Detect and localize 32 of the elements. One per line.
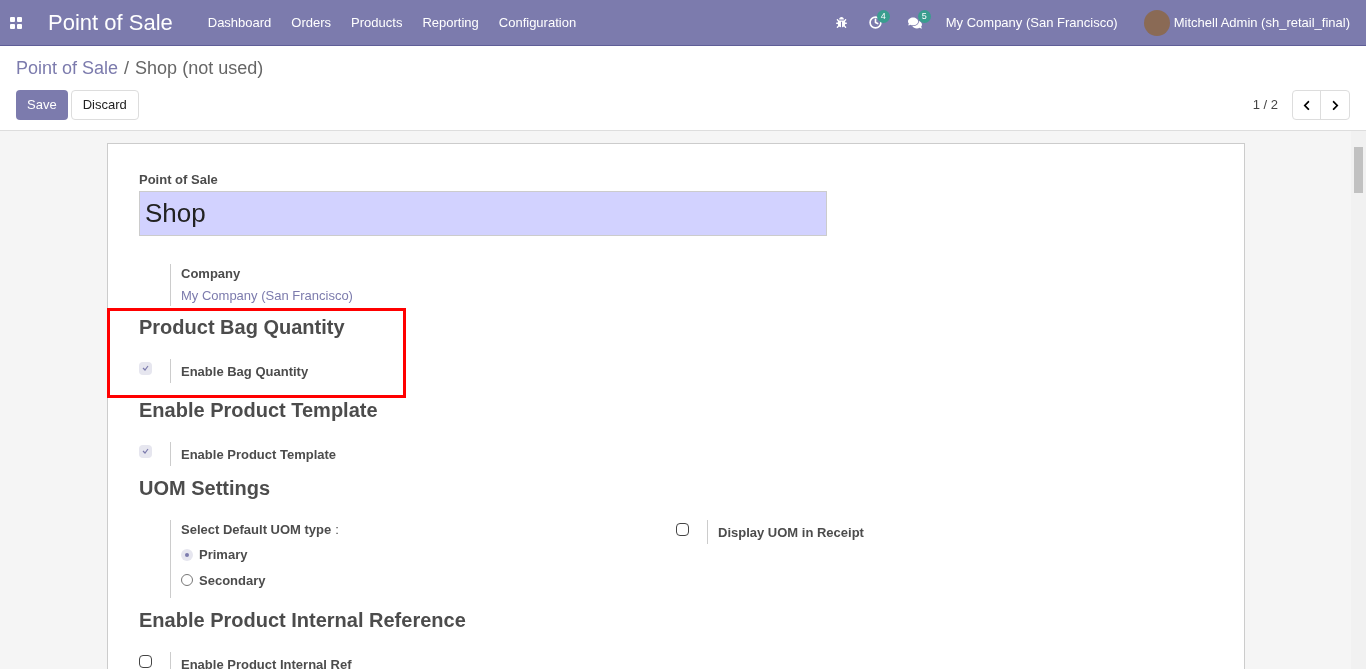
field-label: Select Default UOM type — [181, 520, 332, 539]
breadcrumb-link[interactable]: Point of Sale — [16, 55, 119, 82]
app-title[interactable]: Point of Sale — [48, 6, 173, 39]
radio-label: Secondary — [199, 571, 266, 590]
user-menu[interactable]: Mitchell Admin (sh_retail_final) — [1173, 12, 1350, 33]
menu-item[interactable]: Configuration — [498, 12, 577, 33]
discard-button[interactable]: Discard — [70, 90, 139, 120]
section-title: UOM Settings — [139, 475, 272, 500]
section-title: Enable Product Template — [139, 397, 379, 422]
breadcrumb-current: Shop (not used) — [135, 57, 264, 80]
radio-label: Primary — [199, 546, 248, 564]
section-title: Enable Product Internal Reference — [139, 608, 467, 632]
name-input-field[interactable]: Shop — [139, 190, 827, 236]
field-label: Company — [181, 264, 242, 283]
field-label: Enable Product Internal Ref — [181, 657, 352, 669]
field-label: Enable Bag Quantity — [181, 363, 309, 379]
field-label: Enable Product Template — [181, 446, 337, 462]
field-label: Display UOM in Receipt — [718, 524, 864, 540]
menu-item[interactable]: Dashboard — [207, 12, 272, 33]
company-switcher[interactable]: My Company (San Francisco) — [945, 12, 1118, 33]
pager-counter: 1 / 2 — [1252, 96, 1278, 115]
menu-item[interactable]: Products — [351, 12, 403, 33]
colon: : — [335, 520, 339, 539]
section-title: Product Bag Quantity — [139, 314, 346, 339]
menu-item[interactable]: Reporting — [422, 12, 479, 33]
field-label: Point of Sale — [139, 171, 219, 189]
company-link[interactable]: My Company (San Francisco) — [181, 286, 353, 306]
breadcrumb-separator: / — [124, 57, 130, 80]
save-button[interactable]: Save — [16, 90, 68, 120]
menu-item[interactable]: Orders — [291, 12, 332, 33]
activity-count-badge: 4 — [876, 10, 890, 23]
message-count-badge: 5 — [917, 9, 931, 23]
